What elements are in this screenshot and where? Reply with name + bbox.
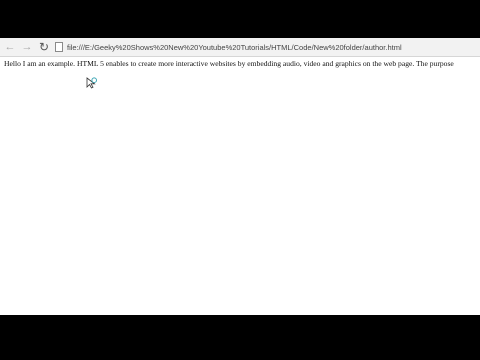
letterbox-top xyxy=(0,0,480,38)
address-bar[interactable]: file:///E:/Geeky%20Shows%20New%20Youtube… xyxy=(55,40,480,54)
address-url: file:///E:/Geeky%20Shows%20New%20Youtube… xyxy=(67,42,402,52)
forward-arrow-icon[interactable]: → xyxy=(20,40,34,54)
reload-icon[interactable]: ↻ xyxy=(37,40,51,54)
browser-window: ← → ↻ file:///E:/Geeky%20Shows%20New%20Y… xyxy=(0,38,480,315)
page-body-text: Hello I am an example. HTML 5 enables to… xyxy=(4,59,454,68)
page-icon xyxy=(55,42,63,52)
browser-toolbar: ← → ↻ file:///E:/Geeky%20Shows%20New%20Y… xyxy=(0,38,480,57)
back-arrow-icon[interactable]: ← xyxy=(3,40,17,54)
video-frame: ← → ↻ file:///E:/Geeky%20Shows%20New%20Y… xyxy=(0,0,480,360)
letterbox-bottom xyxy=(0,315,480,360)
cursor-icon xyxy=(86,77,97,89)
